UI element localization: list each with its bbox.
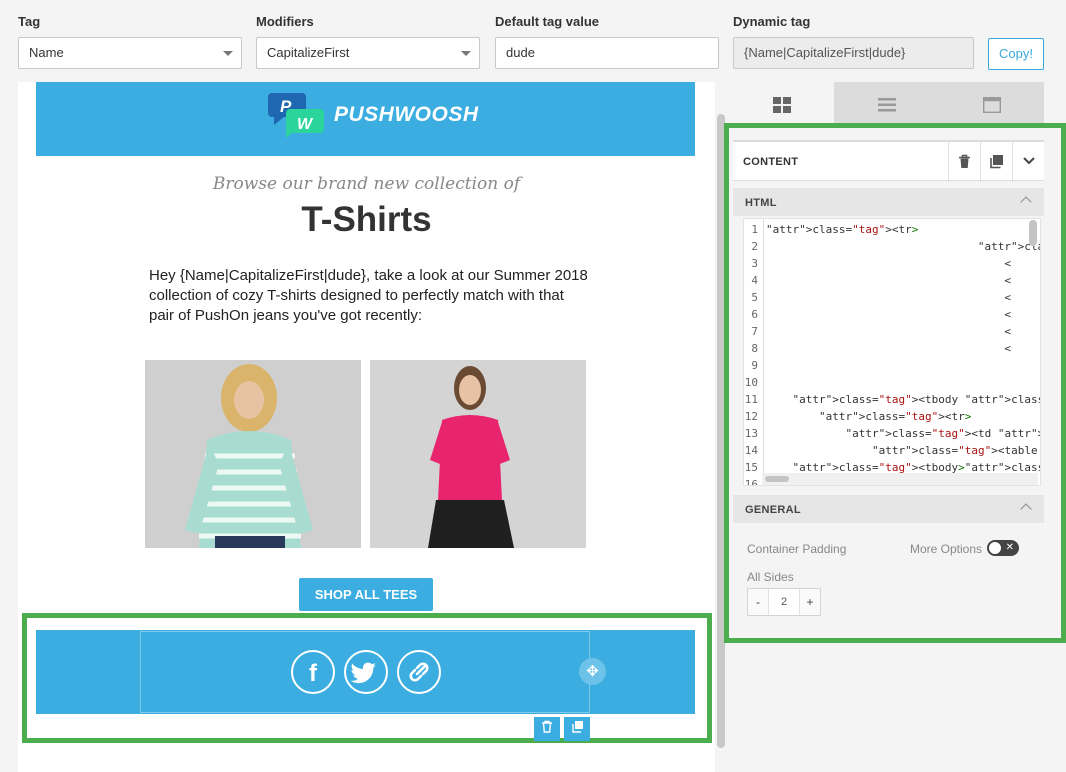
move-handle-icon[interactable]: ✥ — [579, 658, 606, 685]
product-photo-striped-tee[interactable] — [145, 360, 361, 548]
dynamic-tag-output[interactable]: {Name|CapitalizeFirst|dude} — [733, 37, 974, 69]
duplicate-block-button[interactable] — [564, 717, 590, 741]
chevron-down-icon — [1022, 157, 1035, 165]
dynamic-tag-label: Dynamic tag — [733, 14, 811, 29]
chevron-down-icon — [461, 51, 471, 56]
chevron-up-icon — [1020, 196, 1032, 208]
pushwoosh-logo-icon: P W — [268, 93, 324, 138]
toggle-knob — [989, 542, 1001, 554]
default-value-label: Default tag value — [495, 14, 600, 29]
modifiers-label: Modifiers — [256, 14, 314, 29]
html-code-editor[interactable]: 1"attr">class="tag"><tr> 2 "attr">class="… — [743, 218, 1041, 486]
close-icon: ✕ — [1005, 542, 1014, 553]
code-line: 6 < — [751, 308, 1012, 321]
svg-text:W: W — [297, 116, 314, 133]
content-title: CONTENT — [743, 156, 799, 168]
email-subtitle[interactable]: Browse our brand new collection of — [18, 174, 715, 194]
link-icon[interactable] — [397, 650, 441, 694]
tag-select-value: Name — [29, 45, 64, 60]
general-section-title: GENERAL — [745, 504, 801, 516]
striped-tee-image — [145, 360, 361, 548]
twitter-icon[interactable] — [344, 650, 388, 694]
email-body-text[interactable]: Hey {Name|CapitalizeFirst|dude}, take a … — [149, 266, 589, 326]
email-header[interactable]: P W PUSHWOOSH — [36, 82, 695, 156]
tag-field: Tag Name — [18, 14, 242, 69]
code-line: 3 < — [751, 257, 1012, 270]
email-title[interactable]: T-Shirts — [18, 200, 715, 240]
container-padding-label: Container Padding — [747, 542, 847, 556]
padding-decrement-button[interactable]: - — [748, 589, 768, 615]
code-line: 4 < — [751, 274, 1012, 287]
all-sides-label: All Sides — [747, 570, 794, 584]
padding-value[interactable]: 2 — [768, 589, 800, 615]
layout-icon — [982, 96, 1001, 114]
code-horizontal-scrollbar-thumb[interactable] — [765, 476, 789, 482]
code-line: 8 < — [751, 342, 1012, 355]
modifiers-field: Modifiers CapitalizeFirst — [256, 14, 480, 69]
code-line: 1 "attr">class="tag"><tr> — [751, 223, 919, 236]
code-line: 11 "attr">class="tag"><tbody "attr">clas… — [744, 393, 1040, 406]
default-value-field: Default tag value dude — [495, 14, 719, 69]
grid-icon — [772, 97, 791, 113]
code-line: 5 < — [751, 291, 1012, 304]
brand-name: PUSHWOOSH — [334, 103, 479, 126]
chevron-down-icon — [223, 51, 233, 56]
code-line: 10 — [744, 376, 758, 389]
general-section-header[interactable]: GENERAL — [733, 495, 1044, 523]
panel-tabs — [729, 82, 1044, 128]
list-icon — [877, 98, 896, 112]
more-options-label: More Options — [910, 542, 983, 556]
delete-content-button[interactable] — [948, 142, 980, 182]
trash-icon — [959, 154, 970, 168]
tab-body-settings[interactable] — [939, 82, 1044, 128]
code-vertical-scrollbar[interactable] — [1029, 220, 1037, 246]
padding-increment-button[interactable]: + — [800, 589, 820, 615]
tab-rows[interactable] — [834, 82, 939, 128]
delete-block-button[interactable] — [534, 717, 560, 741]
default-value-input[interactable]: dude — [495, 37, 719, 69]
dynamic-tag-toolbar: Tag Name Modifiers CapitalizeFirst Defau… — [0, 0, 1066, 82]
code-line: 9 — [751, 359, 758, 372]
code-line: 2 "attr">class="tag"><td a — [751, 240, 1040, 253]
shop-all-tees-button[interactable]: SHOP ALL TEES — [299, 578, 433, 611]
facebook-icon[interactable]: f — [291, 650, 335, 694]
tab-blocks[interactable] — [729, 82, 834, 128]
product-photo-pink-polo[interactable] — [370, 360, 586, 548]
collapse-content-button[interactable] — [1012, 142, 1044, 182]
more-options-toggle[interactable]: ✕ — [987, 540, 1019, 556]
content-header: CONTENT — [733, 140, 1044, 182]
html-section-header[interactable]: HTML — [733, 188, 1044, 216]
tag-select[interactable]: Name — [18, 37, 242, 69]
code-line: 14 "attr">class="tag"><table "attr">bord… — [744, 444, 1041, 457]
code-line: 13 "attr">class="tag"><td "attr">align="… — [744, 427, 1040, 440]
duplicate-content-button[interactable] — [980, 142, 1012, 182]
modifiers-select-value: CapitalizeFirst — [267, 45, 350, 60]
copy-button[interactable]: Copy! — [988, 38, 1044, 70]
code-line: 7 < — [751, 325, 1012, 338]
chevron-up-icon — [1020, 503, 1032, 515]
duplicate-icon — [571, 721, 583, 733]
pink-polo-image — [370, 360, 586, 548]
html-section-title: HTML — [745, 197, 777, 209]
modifiers-select[interactable]: CapitalizeFirst — [256, 37, 480, 69]
code-line: 12 "attr">class="tag"><tr> — [744, 410, 972, 423]
tag-label: Tag — [18, 14, 41, 29]
trash-icon — [542, 720, 552, 733]
duplicate-icon — [990, 155, 1003, 169]
svg-text:f: f — [309, 660, 318, 687]
padding-stepper[interactable]: - 2 + — [747, 588, 821, 616]
code-horizontal-scrollbar-track[interactable] — [762, 473, 1038, 485]
dynamic-tag-field: Dynamic tag {Name|CapitalizeFirst|dude} — [733, 14, 974, 69]
